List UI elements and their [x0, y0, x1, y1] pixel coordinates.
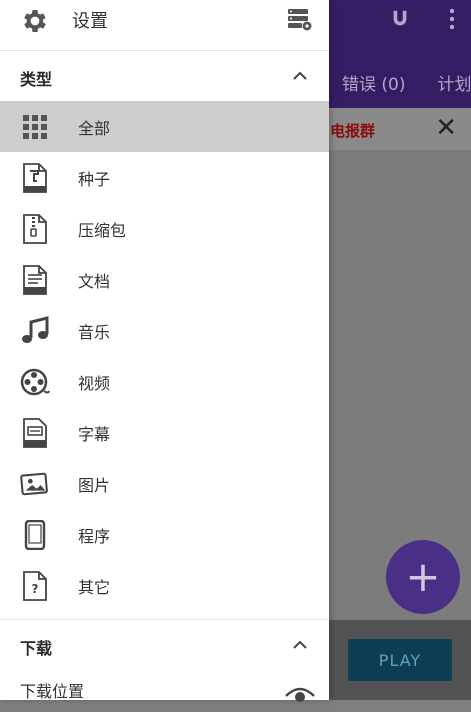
category-label: 视频 — [78, 373, 111, 393]
more-options-icon[interactable] — [449, 8, 455, 35]
tab-scheduled[interactable]: 计划 — [437, 70, 471, 95]
svg-text:?: ? — [32, 582, 39, 596]
toolbar-icons — [389, 8, 455, 35]
category-label: 全部 — [78, 118, 111, 138]
category-item-archive[interactable]: 压缩包 — [0, 203, 329, 254]
magnet-icon[interactable] — [389, 8, 411, 35]
close-icon[interactable]: ✕ — [435, 113, 457, 143]
play-button[interactable]: PLAY — [348, 639, 452, 681]
category-label: 其它 — [78, 577, 111, 597]
zip-file-icon — [20, 213, 50, 244]
category-item-subtitle[interactable]: 字幕 — [0, 407, 329, 458]
category-label: 程序 — [78, 526, 111, 546]
gear-icon[interactable] — [20, 6, 50, 36]
film-reel-icon — [20, 367, 50, 397]
category-item-other[interactable]: ? 其它 — [0, 560, 329, 611]
category-item-all[interactable]: 全部 — [0, 101, 329, 152]
category-label: 文档 — [78, 271, 111, 291]
app-tabs: 错误 (0) 计划 — [330, 70, 471, 95]
drawer-header: 设置 — [0, 0, 329, 51]
phone-icon — [20, 519, 50, 550]
banner-text[interactable]: 电报群 — [330, 120, 375, 141]
categories-section-header[interactable]: 类型 — [0, 51, 329, 101]
image-icon — [20, 469, 50, 499]
download-section-title: 下载 — [20, 639, 53, 658]
category-label: 音乐 — [78, 322, 111, 342]
navigation-drawer: 设置 类型 全部 种子 压缩包 文档 音乐 视频 字幕 图片 程序 ? 其它 下… — [0, 0, 329, 702]
tab-errors[interactable]: 错误 (0) — [342, 70, 405, 95]
category-label: 图片 — [78, 475, 111, 495]
eye-icon[interactable] — [285, 684, 315, 708]
category-item-music[interactable]: 音乐 — [0, 305, 329, 356]
category-item-document[interactable]: 文档 — [0, 254, 329, 305]
category-label: 种子 — [78, 169, 111, 189]
download-location-item[interactable]: 下载位置 — [0, 670, 329, 710]
chevron-up-icon[interactable] — [291, 636, 309, 654]
torrent-file-icon — [20, 162, 50, 193]
category-item-video[interactable]: 视频 — [0, 356, 329, 407]
download-section-header[interactable]: 下载 — [0, 620, 329, 670]
category-label: 压缩包 — [78, 220, 127, 240]
music-note-icon — [20, 315, 50, 346]
category-label: 字幕 — [78, 424, 111, 444]
chevron-up-icon[interactable] — [291, 67, 309, 85]
category-item-program[interactable]: 程序 — [0, 509, 329, 560]
doc-file-icon — [20, 264, 50, 295]
settings-title[interactable]: 设置 — [72, 7, 108, 33]
category-item-torrent[interactable]: 种子 — [0, 152, 329, 203]
grid-icon — [20, 112, 50, 142]
srt-file-icon — [20, 417, 50, 448]
category-item-image[interactable]: 图片 — [0, 458, 329, 509]
add-download-button[interactable]: + — [386, 540, 460, 614]
unknown-file-icon: ? — [20, 570, 50, 601]
server-settings-icon[interactable] — [287, 6, 313, 32]
categories-section-title: 类型 — [20, 70, 53, 89]
download-location-label: 下载位置 — [20, 682, 85, 701]
